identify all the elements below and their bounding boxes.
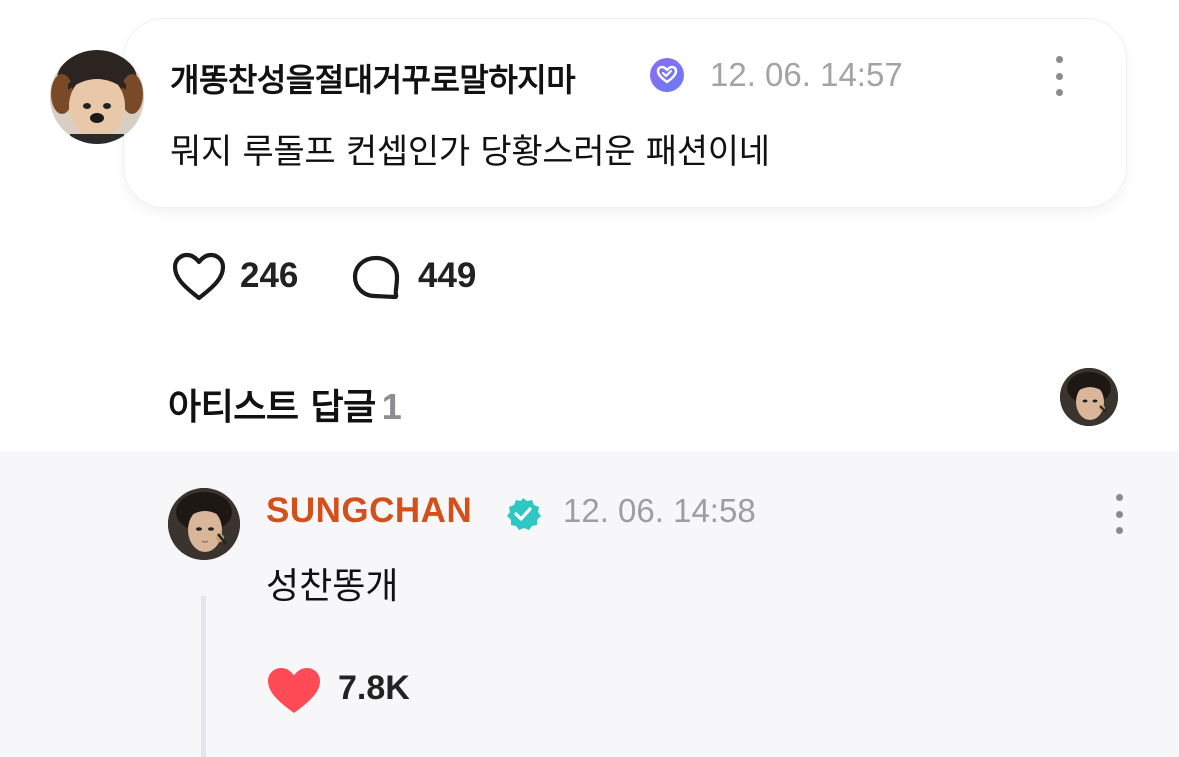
artist-avatar-small[interactable] — [1060, 368, 1118, 426]
comment-text: 뭐지 루돌프 컨셉인가 당황스러운 패션이네 — [170, 132, 770, 172]
comment-card — [124, 19, 1126, 207]
comment-count: 449 — [418, 256, 477, 295]
artist-replies-title: 아티스트 답글 — [168, 387, 376, 428]
commenter-name[interactable]: 개똥찬성을절대거꾸로말하지마 — [170, 55, 576, 101]
weverse-membership-icon — [650, 58, 684, 92]
comment-bubble-icon[interactable] — [350, 254, 402, 302]
reply-timestamp: 12. 06. 14:58 — [563, 492, 756, 529]
comment-timestamp: 12. 06. 14:57 — [710, 56, 903, 93]
commenter-avatar[interactable] — [50, 50, 144, 144]
artist-avatar[interactable] — [168, 488, 240, 560]
reply-text: 성찬똥개 — [266, 566, 399, 607]
reply-more-options-icon[interactable] — [1115, 494, 1123, 534]
reply-liked-heart-icon[interactable] — [266, 666, 322, 716]
like-heart-icon[interactable] — [172, 252, 226, 302]
verified-badge-icon — [505, 496, 541, 532]
artist-replies-heading[interactable]: 아티스트 답글 1 — [168, 378, 402, 430]
thread-line — [201, 596, 206, 757]
more-options-icon[interactable] — [1055, 56, 1063, 96]
artist-name[interactable]: SUNGCHAN — [266, 491, 472, 531]
artist-replies-count: 1 — [381, 386, 402, 427]
reply-like-count: 7.8K — [338, 669, 410, 707]
like-count: 246 — [240, 256, 299, 295]
